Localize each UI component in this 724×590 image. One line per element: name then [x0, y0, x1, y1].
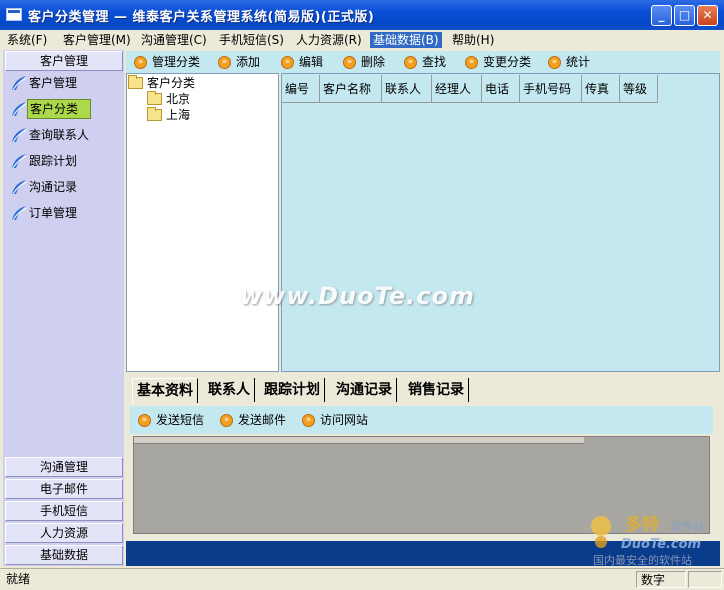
duote-logo-icon: 多特 软件站 DuoTe.com 国内最安全的软件站 [591, 514, 704, 567]
column-header-id[interactable]: 编号 [282, 75, 320, 103]
nav-swoosh-icon [12, 102, 27, 117]
minimize-button[interactable]: _ [651, 5, 672, 26]
status-bar: 就绪 数字 [0, 568, 724, 590]
menu-basic-data[interactable]: 基础数据(B) [370, 32, 442, 48]
column-header-customer-name[interactable]: 客户名称 [320, 75, 382, 103]
arrow-right-icon: » [404, 56, 417, 69]
folder-icon [147, 91, 162, 105]
svg-text:软件站: 软件站 [671, 519, 704, 533]
nav-swoosh-icon [12, 76, 27, 91]
detail-toolbar: » 发送短信 » 发送邮件 » 访问网站 [130, 406, 713, 434]
maximize-button[interactable]: □ [674, 5, 695, 26]
svg-text:多特: 多特 [625, 514, 659, 535]
nav-item-customer-mgmt[interactable]: 客户管理 [11, 73, 123, 93]
title-bar: 客户分类管理 — 维泰客户关系管理系统(简易版)(正式版) _ □ ✕ [0, 0, 724, 30]
arrow-right-icon: » [134, 56, 147, 69]
arrow-right-icon: » [218, 56, 231, 69]
tab-basic-info[interactable]: 基本资料 [132, 378, 198, 403]
column-header-manager[interactable]: 经理人 [432, 75, 482, 103]
left-navigation: 客户管理 客户管理 客户分类 查询联系人 跟踪计划 沟通记录 订单管理 沟通管理… [3, 50, 124, 566]
nav-item-label: 跟踪计划 [29, 154, 78, 168]
tab-contacts[interactable]: 联系人 [204, 378, 255, 402]
nav-swoosh-icon [12, 128, 27, 143]
nav-item-label: 客户管理 [29, 76, 78, 90]
nav-section-communication[interactable]: 沟通管理 [5, 457, 123, 477]
column-header-fax[interactable]: 传真 [582, 75, 620, 103]
tab-communication-record[interactable]: 沟通记录 [332, 378, 397, 402]
nav-item-communication-record[interactable]: 沟通记录 [11, 177, 123, 197]
status-numlock: 数字 [636, 571, 686, 588]
arrow-right-icon: » [281, 56, 294, 69]
detail-grid-header[interactable] [134, 437, 584, 444]
nav-item-label: 订单管理 [29, 206, 78, 220]
nav-header-customer[interactable]: 客户管理 [5, 51, 123, 71]
column-header-contact[interactable]: 联系人 [382, 75, 432, 103]
nav-item-order-mgmt[interactable]: 订单管理 [11, 203, 123, 223]
arrow-right-icon: » [465, 56, 478, 69]
arrow-right-icon: » [343, 56, 356, 69]
nav-item-follow-plan[interactable]: 跟踪计划 [11, 151, 123, 171]
nav-item-label: 查询联系人 [29, 128, 90, 142]
menu-system[interactable]: 系统(F) [4, 32, 50, 48]
category-tree[interactable]: 客户分类 北京 上海 [126, 73, 279, 372]
nav-section-hr[interactable]: 人力资源 [5, 523, 123, 543]
arrow-right-icon: » [548, 56, 561, 69]
nav-item-query-contact[interactable]: 查询联系人 [11, 125, 123, 145]
duote-logo: 多特 软件站 DuoTe.com 国内最安全的软件站 [585, 512, 720, 568]
menu-customer[interactable]: 客户管理(M) [60, 32, 134, 48]
nav-section-basic-data[interactable]: 基础数据 [5, 545, 123, 565]
status-panel-empty [688, 571, 722, 588]
watermark-text: www.DuoTe.com [240, 282, 475, 310]
svg-text:DuoTe.com: DuoTe.com [621, 537, 701, 552]
column-header-level[interactable]: 等级 [620, 75, 658, 103]
app-icon[interactable] [6, 8, 22, 21]
tab-follow-plan[interactable]: 跟踪计划 [260, 378, 325, 402]
arrow-right-icon: » [138, 414, 151, 427]
main-toolbar: » 管理分类 » 添加 » 编辑 » 删除 » 查找 » 变更分类 » 统计 [126, 51, 720, 73]
column-header-mobile[interactable]: 手机号码 [520, 75, 582, 103]
menu-communication[interactable]: 沟通管理(C) [138, 32, 210, 48]
arrow-right-icon: » [220, 414, 233, 427]
nav-swoosh-icon [12, 154, 27, 169]
nav-section-sms[interactable]: 手机短信 [5, 501, 123, 521]
close-button[interactable]: ✕ [697, 5, 718, 26]
column-header-phone[interactable]: 电话 [482, 75, 520, 103]
nav-swoosh-icon [12, 180, 27, 195]
svg-text:国内最安全的软件站: 国内最安全的软件站 [593, 553, 692, 567]
window-title: 客户分类管理 — 维泰客户关系管理系统(简易版)(正式版) [28, 10, 375, 25]
nav-swoosh-icon [12, 206, 27, 221]
arrow-right-icon: » [302, 414, 315, 427]
menu-help[interactable]: 帮助(H) [449, 32, 497, 48]
menu-bar: 系统(F) 客户管理(M) 沟通管理(C) 手机短信(S) 人力资源(R) 基础… [0, 30, 724, 50]
nav-item-label: 沟通记录 [29, 180, 78, 194]
menu-hr[interactable]: 人力资源(R) [293, 32, 365, 48]
status-text: 就绪 [6, 572, 31, 586]
folder-icon [128, 75, 143, 89]
nav-item-label: 客户分类 [27, 99, 92, 119]
tab-sales-record[interactable]: 销售记录 [404, 378, 469, 402]
nav-section-email[interactable]: 电子邮件 [5, 479, 123, 499]
detail-tabs: 基本资料 联系人 跟踪计划 沟通记录 销售记录 [126, 372, 720, 406]
nav-item-customer-category[interactable]: 客户分类 [11, 99, 123, 119]
menu-sms[interactable]: 手机短信(S) [216, 32, 287, 48]
customer-grid[interactable]: 编号 客户名称 联系人 经理人 电话 手机号码 传真 等级 [281, 73, 720, 372]
folder-icon [147, 107, 162, 121]
